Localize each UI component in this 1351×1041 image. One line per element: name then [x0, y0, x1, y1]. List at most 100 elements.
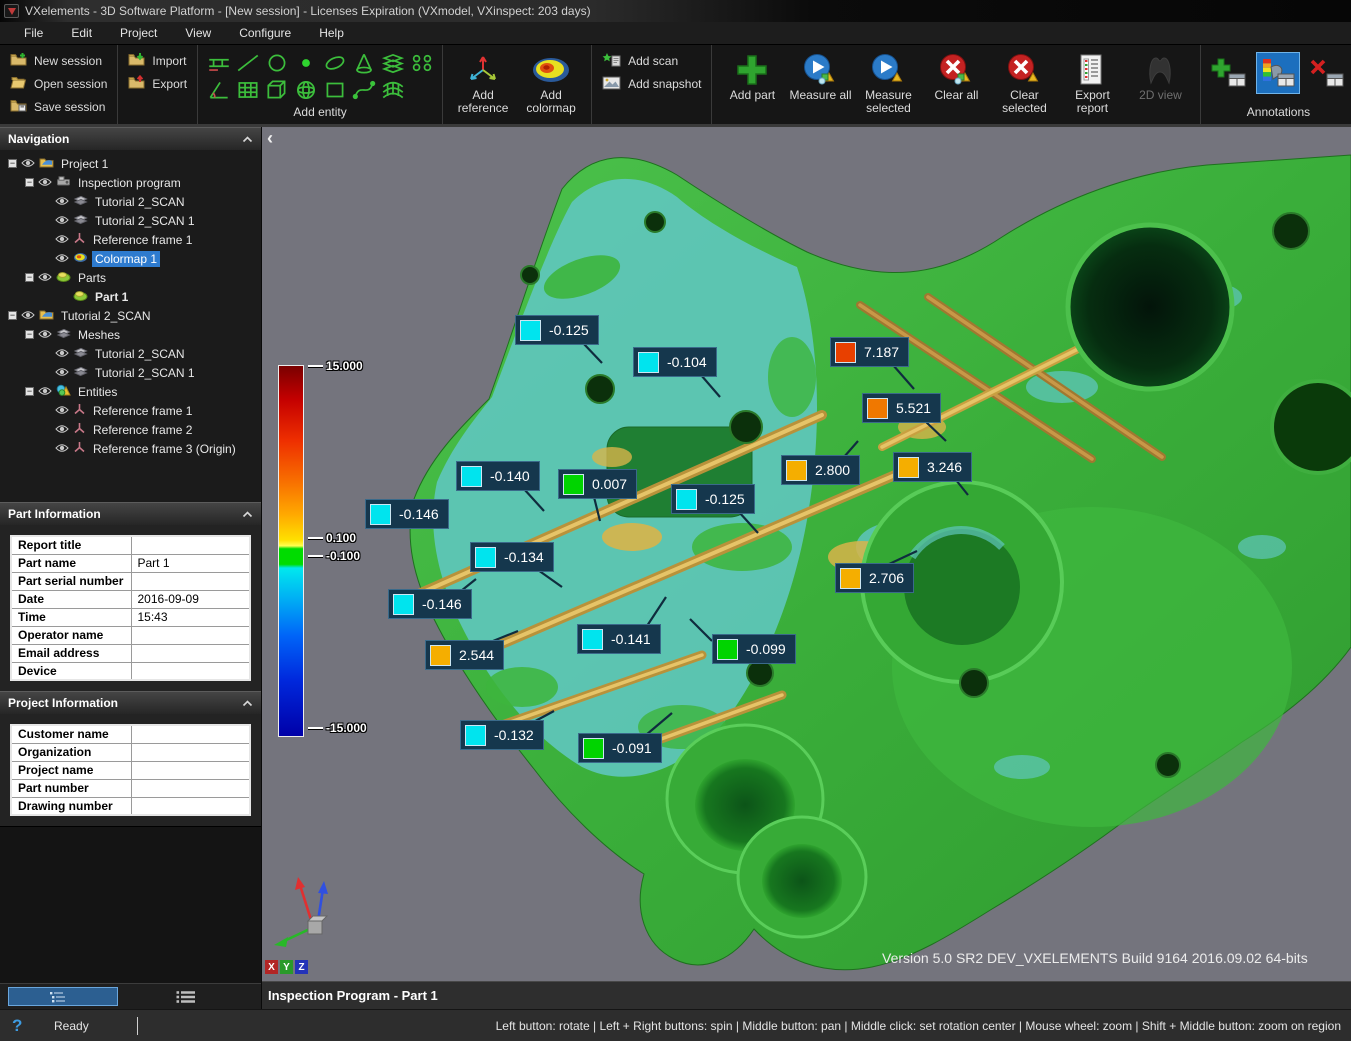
collapse-chevron-icon[interactable] — [242, 696, 253, 710]
visibility-eye-icon[interactable] — [55, 233, 69, 247]
tree-item-tutorial-2-scan-1[interactable]: Tutorial 2_SCAN 1 — [0, 363, 261, 382]
tree-item-parts[interactable]: −Parts — [0, 268, 261, 287]
field-value[interactable]: Part 1 — [131, 554, 250, 572]
measurement-annotation[interactable]: 3.246 — [893, 452, 972, 482]
circle-pattern-entity-icon[interactable] — [407, 49, 436, 76]
clear-selected-button[interactable]: Clear selected — [990, 49, 1058, 115]
menu-item-configure[interactable]: Configure — [225, 23, 305, 43]
measurement-annotation[interactable]: -0.125 — [671, 484, 755, 514]
delete-annotation-button[interactable] — [1305, 52, 1349, 94]
measurement-annotation[interactable]: -0.132 — [460, 720, 544, 750]
axis-label-z[interactable]: Z — [295, 960, 308, 974]
expander-icon[interactable]: − — [8, 159, 17, 168]
measure-all-button[interactable]: Measure all — [786, 49, 854, 102]
measurement-annotation[interactable]: -0.125 — [515, 315, 599, 345]
2d-view-button[interactable]: 2D view — [1126, 49, 1194, 102]
measurement-annotation[interactable]: -0.146 — [365, 499, 449, 529]
add-colormap-button[interactable]: Add colormap — [517, 49, 585, 115]
field-value[interactable] — [131, 662, 250, 680]
caliper-entity-icon[interactable] — [204, 49, 233, 76]
tree-item-reference-frame-3-origin-[interactable]: Reference frame 3 (Origin) — [0, 439, 261, 458]
menu-item-help[interactable]: Help — [305, 23, 358, 43]
colormap-annotation-button[interactable] — [1256, 52, 1300, 94]
visibility-eye-icon[interactable] — [38, 328, 52, 342]
grid-plane-entity-icon[interactable] — [233, 76, 262, 103]
measure-selected-button[interactable]: Measure selected — [854, 49, 922, 115]
visibility-eye-icon[interactable] — [55, 404, 69, 418]
save-session-button[interactable]: Save session — [6, 95, 111, 118]
field-value[interactable]: 15:43 — [131, 608, 250, 626]
field-value[interactable] — [131, 779, 250, 797]
visibility-eye-icon[interactable] — [38, 385, 52, 399]
tree-item-inspection-program[interactable]: −Inspection program — [0, 173, 261, 192]
open-session-button[interactable]: Open session — [6, 72, 111, 95]
visibility-eye-icon[interactable] — [55, 195, 69, 209]
expander-icon[interactable]: − — [8, 311, 17, 320]
add-reference-button[interactable]: Add reference — [449, 49, 517, 115]
tree-item-entities[interactable]: −Entities — [0, 382, 261, 401]
tree-item-tutorial-2-scan[interactable]: Tutorial 2_SCAN — [0, 344, 261, 363]
tree-item-tutorial-2-scan[interactable]: −Tutorial 2_SCAN — [0, 306, 261, 325]
part-information-header[interactable]: Part Information — [0, 502, 261, 525]
ellipse-entity-icon[interactable] — [320, 49, 349, 76]
axis-label-x[interactable]: X — [265, 960, 278, 974]
measurement-annotation[interactable]: 2.544 — [425, 640, 504, 670]
measurement-annotation[interactable]: -0.141 — [577, 624, 661, 654]
export-report-button[interactable]: Export report — [1058, 49, 1126, 115]
field-value[interactable] — [131, 797, 250, 815]
clear-all-button[interactable]: Clear all — [922, 49, 990, 102]
measurement-annotation[interactable]: 2.706 — [835, 563, 914, 593]
3d-viewport[interactable]: ‹ 15.0000.100-0.100-15.000 -0.125-0.1047… — [262, 127, 1351, 981]
menu-item-edit[interactable]: Edit — [57, 23, 106, 43]
measurement-annotation[interactable]: -0.104 — [633, 347, 717, 377]
expander-icon[interactable]: − — [25, 330, 34, 339]
field-value[interactable] — [131, 761, 250, 779]
axis-label-y[interactable]: Y — [280, 960, 293, 974]
cone-entity-icon[interactable] — [349, 49, 378, 76]
visibility-eye-icon[interactable] — [55, 347, 69, 361]
project-information-header[interactable]: Project Information — [0, 691, 261, 714]
navigation-header[interactable]: Navigation — [0, 127, 261, 150]
measurement-annotation[interactable]: -0.099 — [712, 634, 796, 664]
menu-item-file[interactable]: File — [10, 23, 57, 43]
tree-item-project-1[interactable]: −Project 1 — [0, 154, 261, 173]
visibility-eye-icon[interactable] — [55, 442, 69, 456]
tree-item-reference-frame-1[interactable]: Reference frame 1 — [0, 230, 261, 249]
tree-item-tutorial-2-scan[interactable]: Tutorial 2_SCAN — [0, 192, 261, 211]
tree-item-reference-frame-1[interactable]: Reference frame 1 — [0, 401, 261, 420]
grid-box-entity-icon[interactable] — [262, 76, 291, 103]
colormap-scale-bar[interactable] — [278, 365, 304, 737]
add-scan-button[interactable]: Add scan — [598, 49, 705, 72]
point-entity-icon[interactable] — [291, 49, 320, 76]
expander-icon[interactable]: − — [25, 387, 34, 396]
tree-item-colormap-1[interactable]: Colormap 1 — [0, 249, 261, 268]
collapse-chevron-icon[interactable] — [242, 507, 253, 521]
menu-item-project[interactable]: Project — [106, 23, 171, 43]
measurement-annotation[interactable]: 2.800 — [781, 455, 860, 485]
field-value[interactable] — [131, 572, 250, 590]
visibility-eye-icon[interactable] — [55, 366, 69, 380]
sidebar-collapse-icon[interactable]: ‹ — [267, 128, 273, 149]
menu-item-view[interactable]: View — [171, 23, 225, 43]
tree-item-part-1[interactable]: Part 1 — [0, 287, 261, 306]
measurement-annotation[interactable]: -0.134 — [470, 542, 554, 572]
measurement-annotation[interactable]: 0.007 — [558, 469, 637, 499]
tree-item-tutorial-2-scan-1[interactable]: Tutorial 2_SCAN 1 — [0, 211, 261, 230]
circle-entity-icon[interactable] — [262, 49, 291, 76]
spline-entity-icon[interactable] — [349, 76, 378, 103]
field-value[interactable] — [131, 644, 250, 662]
field-value[interactable] — [131, 725, 250, 743]
visibility-eye-icon[interactable] — [21, 157, 35, 171]
sphere-entity-icon[interactable] — [291, 76, 320, 103]
tree-item-meshes[interactable]: −Meshes — [0, 325, 261, 344]
visibility-eye-icon[interactable] — [55, 214, 69, 228]
measurement-annotation[interactable]: -0.146 — [388, 589, 472, 619]
export-button[interactable]: Export — [124, 72, 191, 95]
add-annotation-button[interactable] — [1207, 52, 1251, 94]
visibility-eye-icon[interactable] — [55, 423, 69, 437]
field-value[interactable] — [131, 626, 250, 644]
tree-item-reference-frame-2[interactable]: Reference frame 2 — [0, 420, 261, 439]
field-value[interactable] — [131, 743, 250, 761]
field-value[interactable]: 2016-09-09 — [131, 590, 250, 608]
add-snapshot-button[interactable]: Add snapshot — [598, 72, 705, 95]
